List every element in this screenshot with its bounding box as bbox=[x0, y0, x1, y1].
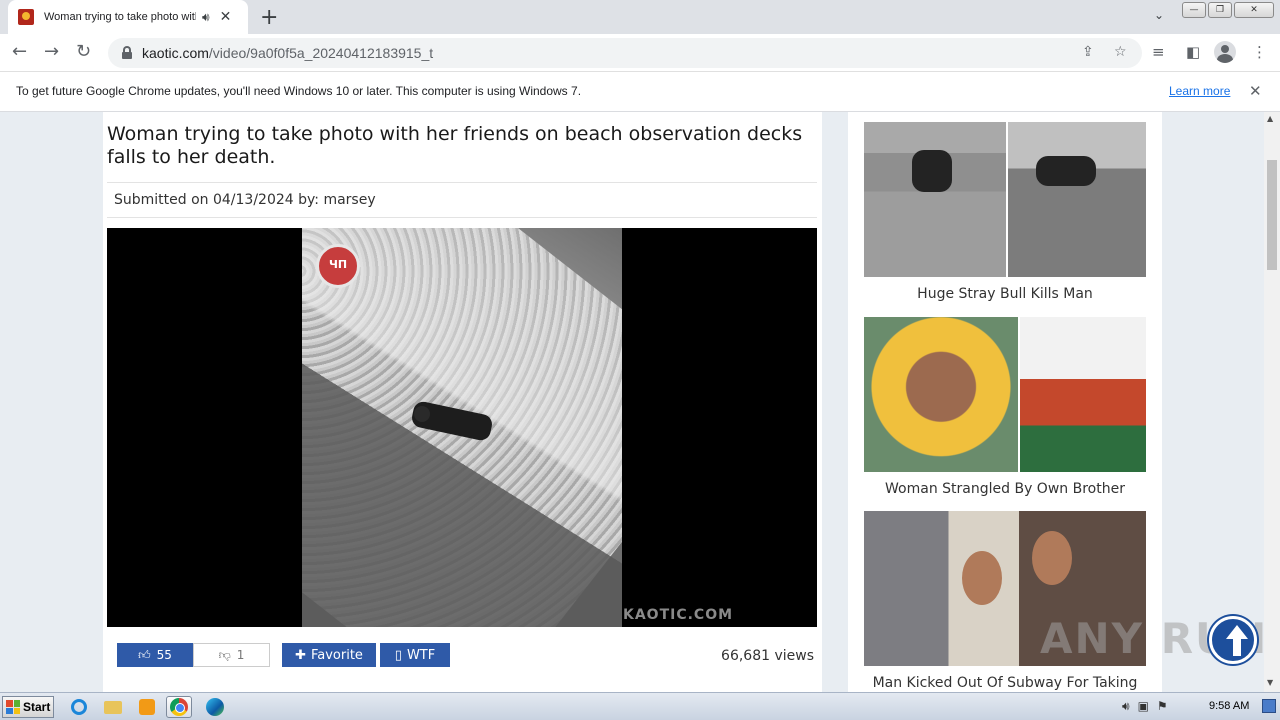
close-window-button[interactable]: ✕ bbox=[1234, 2, 1274, 18]
video-actions: 👍︎ 55 👎︎ 1 ✚ Favorite ▯ WTF 66,681 views bbox=[103, 632, 822, 682]
learn-more-link[interactable]: Learn more bbox=[1169, 84, 1230, 98]
scroll-up-arrow-icon[interactable]: ▲ bbox=[1267, 114, 1273, 123]
wtf-label: WTF bbox=[406, 647, 436, 663]
media-queue-icon[interactable]: ≡ bbox=[1152, 43, 1165, 61]
windows-taskbar: Start 🔊︎ ▣ ⚑ 9:58 AM bbox=[0, 692, 1280, 720]
taskbar-chrome[interactable] bbox=[166, 696, 192, 718]
related-video-thumbnail[interactable] bbox=[864, 317, 1146, 472]
taskbar-media-player[interactable] bbox=[134, 696, 160, 718]
like-button[interactable]: 👍︎ 55 bbox=[117, 643, 193, 667]
side-panel-icon[interactable]: ◧ bbox=[1186, 43, 1200, 61]
tab-search-chevron-icon[interactable]: ⌄ bbox=[1154, 8, 1164, 22]
related-video-title[interactable]: Woman Strangled By Own Brother bbox=[864, 481, 1146, 497]
person-figure bbox=[962, 551, 1002, 605]
thumbnail-panel bbox=[864, 317, 1018, 472]
url-path: /video/9a0f0f5a_20240412183915_t bbox=[208, 45, 434, 61]
infobar-close-icon[interactable]: ✕ bbox=[1249, 82, 1262, 100]
related-video-title[interactable]: Huge Stray Bull Kills Man bbox=[864, 286, 1146, 302]
taskbar-clock[interactable]: 9:58 AM bbox=[1209, 700, 1249, 712]
related-videos-sidebar: Huge Stray Bull Kills Man Woman Strangle… bbox=[848, 112, 1162, 692]
page-scrollbar[interactable]: ▲ ▼ bbox=[1264, 112, 1280, 692]
edge-icon bbox=[206, 698, 224, 716]
thumbs-down-icon: 👎︎ bbox=[218, 647, 231, 662]
tab-title: Woman trying to take photo with her frie… bbox=[44, 11, 196, 23]
url-text[interactable]: kaotic.com/video/9a0f0f5a_20240412183915… bbox=[142, 45, 433, 61]
favorite-button[interactable]: ✚ Favorite bbox=[282, 643, 376, 667]
new-tab-button[interactable]: + bbox=[260, 5, 278, 30]
restore-button[interactable]: ❐ bbox=[1208, 2, 1232, 18]
taskbar-explorer[interactable] bbox=[100, 696, 126, 718]
chrome-icon bbox=[170, 698, 188, 716]
thumbnail-panel bbox=[864, 122, 1006, 277]
volume-icon[interactable]: 🔊︎ bbox=[1122, 699, 1130, 714]
thumbnail-panel bbox=[1020, 317, 1146, 472]
related-video-thumbnail[interactable] bbox=[864, 122, 1146, 277]
related-video-card[interactable]: Man Kicked Out Of Subway For Taking bbox=[864, 511, 1146, 691]
thumbnail-panel bbox=[1008, 122, 1146, 277]
video-player[interactable]: ЧП KAOTIC.COM bbox=[107, 228, 817, 627]
address-bar[interactable]: kaotic.com/video/9a0f0f5a_20240412183915… bbox=[108, 38, 1142, 68]
reload-icon[interactable]: ↻ bbox=[76, 41, 91, 62]
url-host: kaotic.com bbox=[142, 45, 209, 61]
bull-figure bbox=[912, 150, 952, 192]
forward-arrow-icon[interactable]: → bbox=[44, 41, 59, 62]
lock-icon[interactable] bbox=[122, 46, 132, 59]
scroll-down-arrow-icon[interactable]: ▼ bbox=[1267, 678, 1273, 687]
divider bbox=[107, 217, 817, 218]
network-icon[interactable]: ▣ bbox=[1138, 699, 1149, 714]
scroll-to-top-button[interactable] bbox=[1209, 616, 1257, 664]
related-video-title[interactable]: Man Kicked Out Of Subway For Taking bbox=[864, 675, 1146, 691]
person-head bbox=[414, 406, 430, 422]
divider bbox=[107, 182, 817, 183]
view-count: 66,681 views bbox=[721, 648, 814, 664]
profile-avatar-icon[interactable] bbox=[1214, 41, 1236, 63]
page-content: Woman trying to take photo with her frie… bbox=[0, 112, 1264, 692]
scrollbar-thumb[interactable] bbox=[1267, 160, 1277, 270]
video-title: Woman trying to take photo with her frie… bbox=[107, 123, 803, 168]
person-figure bbox=[1032, 531, 1072, 585]
start-label: Start bbox=[23, 700, 51, 714]
favorite-label: Favorite bbox=[310, 647, 363, 663]
wtf-button[interactable]: ▯ WTF bbox=[380, 643, 450, 667]
share-icon[interactable]: ⇪ bbox=[1082, 44, 1094, 60]
bookmark-star-icon[interactable]: ☆ bbox=[1114, 44, 1127, 60]
internet-explorer-icon bbox=[71, 699, 87, 715]
video-frame: ЧП bbox=[302, 228, 622, 627]
bull-figure bbox=[1036, 156, 1096, 186]
back-arrow-icon[interactable]: ← bbox=[12, 41, 27, 62]
video-watermark: KAOTIC.COM bbox=[623, 607, 734, 623]
more-menu-icon[interactable]: ⋮ bbox=[1252, 43, 1267, 61]
system-tray: 🔊︎ ▣ ⚑ bbox=[1122, 699, 1168, 714]
action-center-flag-icon[interactable]: ⚑ bbox=[1157, 699, 1168, 714]
related-video-card[interactable]: Huge Stray Bull Kills Man bbox=[864, 122, 1146, 302]
taskbar-ie[interactable] bbox=[66, 696, 92, 718]
folder-icon bbox=[104, 700, 122, 714]
browser-toolbar: ← → ↻ kaotic.com/video/9a0f0f5a_20240412… bbox=[0, 34, 1280, 72]
plus-icon: ✚ bbox=[295, 647, 306, 663]
media-player-icon bbox=[139, 699, 155, 715]
show-desktop-icon[interactable] bbox=[1262, 699, 1276, 713]
channel-logo: ЧП bbox=[316, 244, 360, 288]
document-icon: ▯ bbox=[394, 647, 402, 663]
submitted-info: Submitted on 04/13/2024 by: marsey bbox=[114, 192, 376, 208]
minimize-button[interactable]: — bbox=[1182, 2, 1206, 18]
windows-flag-icon bbox=[6, 700, 20, 714]
main-column: Woman trying to take photo with her frie… bbox=[103, 112, 822, 692]
taskbar-edge[interactable] bbox=[202, 696, 228, 718]
browser-tab[interactable]: Woman trying to take photo with her frie… bbox=[8, 0, 248, 34]
thumbs-up-icon: 👍︎ bbox=[138, 647, 151, 662]
start-button[interactable]: Start bbox=[2, 696, 54, 718]
tab-strip: Woman trying to take photo with her frie… bbox=[0, 0, 1280, 34]
update-infobar: To get future Google Chrome updates, you… bbox=[0, 72, 1280, 112]
infobar-message: To get future Google Chrome updates, you… bbox=[16, 84, 582, 98]
like-count: 55 bbox=[156, 648, 172, 662]
speaker-icon[interactable]: 🔊︎ bbox=[202, 10, 210, 25]
dislike-button[interactable]: 👎︎ 1 bbox=[193, 643, 270, 667]
related-video-card[interactable]: Woman Strangled By Own Brother bbox=[864, 317, 1146, 497]
tab-close-icon[interactable]: ✕ bbox=[220, 9, 232, 25]
dislike-count: 1 bbox=[236, 648, 245, 662]
window-controls: — ❐ ✕ bbox=[1182, 2, 1274, 18]
kaotic-favicon-icon bbox=[18, 9, 34, 25]
